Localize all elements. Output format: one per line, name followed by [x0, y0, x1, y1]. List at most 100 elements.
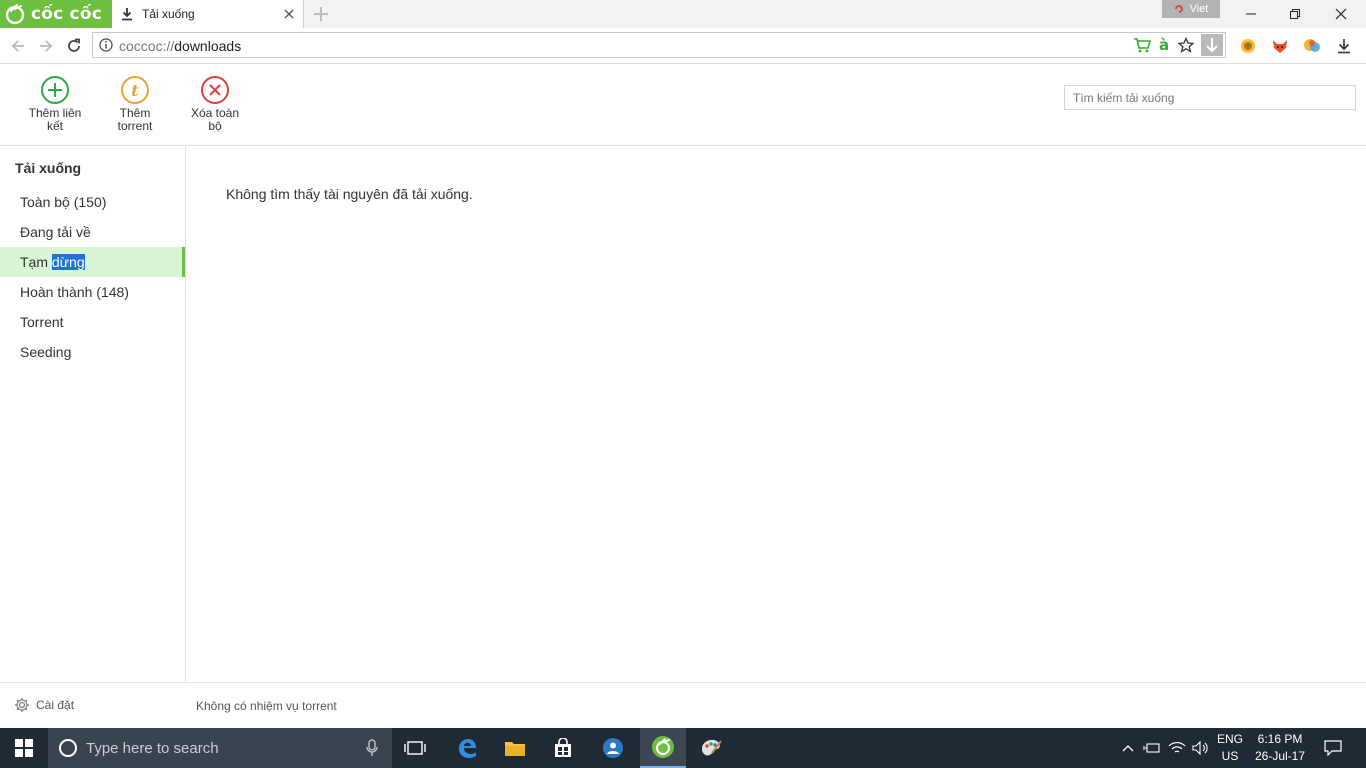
clock-time: 6:16 PM: [1257, 732, 1303, 746]
folder-icon: [505, 742, 525, 756]
delete-circle-icon: [201, 76, 229, 104]
notification-icon: [1324, 740, 1342, 756]
clock-date: 26-Jul-17: [1254, 749, 1306, 763]
torrent-status-text: Không có nhiệm vụ torrent: [196, 699, 337, 713]
reload-button[interactable]: [64, 36, 84, 56]
settings-button[interactable]: Cài đặt: [14, 697, 74, 713]
plus-circle-icon: [41, 76, 69, 104]
start-button[interactable]: [0, 728, 48, 768]
downloads-sidebar: Tải xuống Toàn bộ (150) Đang tải về Tạm …: [0, 146, 186, 682]
extension-colorful-icon[interactable]: [1302, 36, 1322, 56]
coccoc-logo-icon: [5, 4, 25, 25]
close-window-button[interactable]: [1318, 0, 1364, 28]
people-icon: [603, 738, 623, 758]
downloads-icon[interactable]: [1334, 36, 1354, 56]
paint-app-button[interactable]: [688, 728, 734, 768]
sidebar-item-torrent[interactable]: Torrent: [0, 307, 185, 337]
vietnamese-typing-icon[interactable]: à: [1155, 36, 1173, 54]
empty-downloads-message: Không tìm thấy tài nguyên đã tải xuống.: [226, 186, 473, 202]
url-path: downloads: [174, 38, 242, 54]
extension-flower-icon[interactable]: [1238, 36, 1258, 56]
url-text[interactable]: coccoc://downloads: [119, 38, 241, 54]
action-center-button[interactable]: [1318, 728, 1348, 768]
show-hidden-icons-button[interactable]: [1120, 728, 1136, 768]
edge-icon: [459, 739, 476, 758]
language-label: Viet: [1189, 3, 1209, 15]
input-language-button[interactable]: ENG US: [1214, 728, 1246, 768]
forward-button[interactable]: [36, 36, 56, 56]
windows-taskbar: Type here to search ENG US 6:16 PM 26-Ju…: [0, 728, 1366, 768]
cortana-circle-icon: [59, 739, 77, 757]
shopping-cart-icon[interactable]: [1133, 36, 1151, 54]
add-torrent-button[interactable]: t Thêm torrent: [95, 75, 175, 133]
arrow-down-icon: [1206, 38, 1218, 53]
paint-palette-icon: [702, 739, 722, 756]
people-app-button[interactable]: [590, 728, 636, 768]
tab-downloads[interactable]: Tải xuống: [112, 0, 304, 28]
store-bag-icon: [555, 738, 571, 757]
coccoc-app-icon: [652, 736, 674, 758]
battery-plug-icon: [1143, 743, 1160, 753]
browser-titlebar: cốc cốc Tải xuống Viet: [0, 0, 1366, 28]
sidebar-item-completed[interactable]: Hoàn thành (148): [0, 277, 185, 307]
add-torrent-label: Thêm torrent: [117, 106, 153, 133]
svg-text:t: t: [131, 81, 139, 100]
taskbar-search-placeholder: Type here to search: [86, 739, 219, 757]
search-downloads-input[interactable]: [1064, 85, 1356, 110]
coccoc-brand-menu[interactable]: cốc cốc: [0, 0, 112, 28]
file-explorer-button[interactable]: [492, 728, 538, 768]
sidebar-item-downloading[interactable]: Đang tải về: [0, 217, 185, 247]
sidebar-title: Tải xuống: [15, 160, 82, 176]
add-link-button[interactable]: Thêm liên kết: [15, 75, 95, 133]
page-download-button[interactable]: [1201, 34, 1223, 56]
torrent-icon: t: [121, 76, 149, 104]
taskbar-search-box[interactable]: Type here to search: [48, 728, 392, 768]
coccoc-taskbar-button[interactable]: [640, 728, 686, 768]
bookmark-star-icon[interactable]: [1177, 36, 1195, 54]
minimize-button[interactable]: [1228, 0, 1274, 28]
address-bar[interactable]: coccoc://downloads à: [92, 32, 1226, 58]
volume-tray-button[interactable]: [1190, 728, 1212, 768]
refresh-icon: [1174, 5, 1183, 13]
restore-icon: [1290, 9, 1300, 19]
task-view-button[interactable]: [392, 728, 438, 768]
url-scheme: coccoc://: [119, 38, 175, 54]
store-button[interactable]: [540, 728, 586, 768]
battery-tray-button[interactable]: [1140, 728, 1164, 768]
downloads-toolbar: Thêm liên kết t Thêm torrent Xóa toàn bộ: [0, 65, 1366, 146]
speaker-icon: [1192, 741, 1208, 755]
delete-all-button[interactable]: Xóa toàn bộ: [175, 75, 255, 133]
downloads-footer: Cài đặt Không có nhiệm vụ torrent: [0, 682, 1366, 728]
arrow-left-icon: [11, 40, 24, 52]
new-tab-icon[interactable]: [310, 4, 332, 24]
clock-button[interactable]: 6:16 PM 26-Jul-17: [1250, 728, 1310, 768]
restore-button[interactable]: [1272, 0, 1318, 28]
back-button[interactable]: [8, 36, 28, 56]
sidebar-item-all[interactable]: Toàn bộ (150): [0, 187, 185, 217]
language-region: US: [1221, 749, 1239, 763]
language-badge[interactable]: Viet: [1162, 0, 1220, 18]
microphone-icon[interactable]: [366, 739, 378, 757]
tab-title: Tải xuống: [142, 7, 195, 21]
chevron-up-icon: [1122, 745, 1134, 752]
extension-fox-icon[interactable]: [1270, 36, 1290, 56]
minimize-icon: [1246, 13, 1256, 15]
brand-name: cốc cốc: [31, 4, 102, 24]
edge-browser-button[interactable]: [444, 728, 490, 768]
close-icon: [1335, 8, 1347, 20]
gear-icon: [15, 698, 29, 712]
sidebar-item-seeding[interactable]: Seeding: [0, 337, 185, 367]
reload-icon: [68, 38, 80, 52]
selected-text: dừng: [51, 254, 85, 270]
close-tab-icon[interactable]: [281, 6, 297, 22]
wifi-tray-button[interactable]: [1166, 728, 1188, 768]
language-code: ENG: [1216, 732, 1243, 746]
sidebar-item-paused[interactable]: Tạm dừng: [0, 247, 185, 277]
settings-label: Cài đặt: [36, 698, 75, 712]
task-view-icon: [404, 741, 426, 755]
windows-logo-icon: [15, 739, 33, 757]
info-icon[interactable]: [99, 38, 113, 52]
sidebar-item-paused-label: Tạm: [20, 254, 52, 270]
delete-all-label: Xóa toàn bộ: [190, 106, 240, 133]
arrow-right-icon: [40, 40, 53, 52]
